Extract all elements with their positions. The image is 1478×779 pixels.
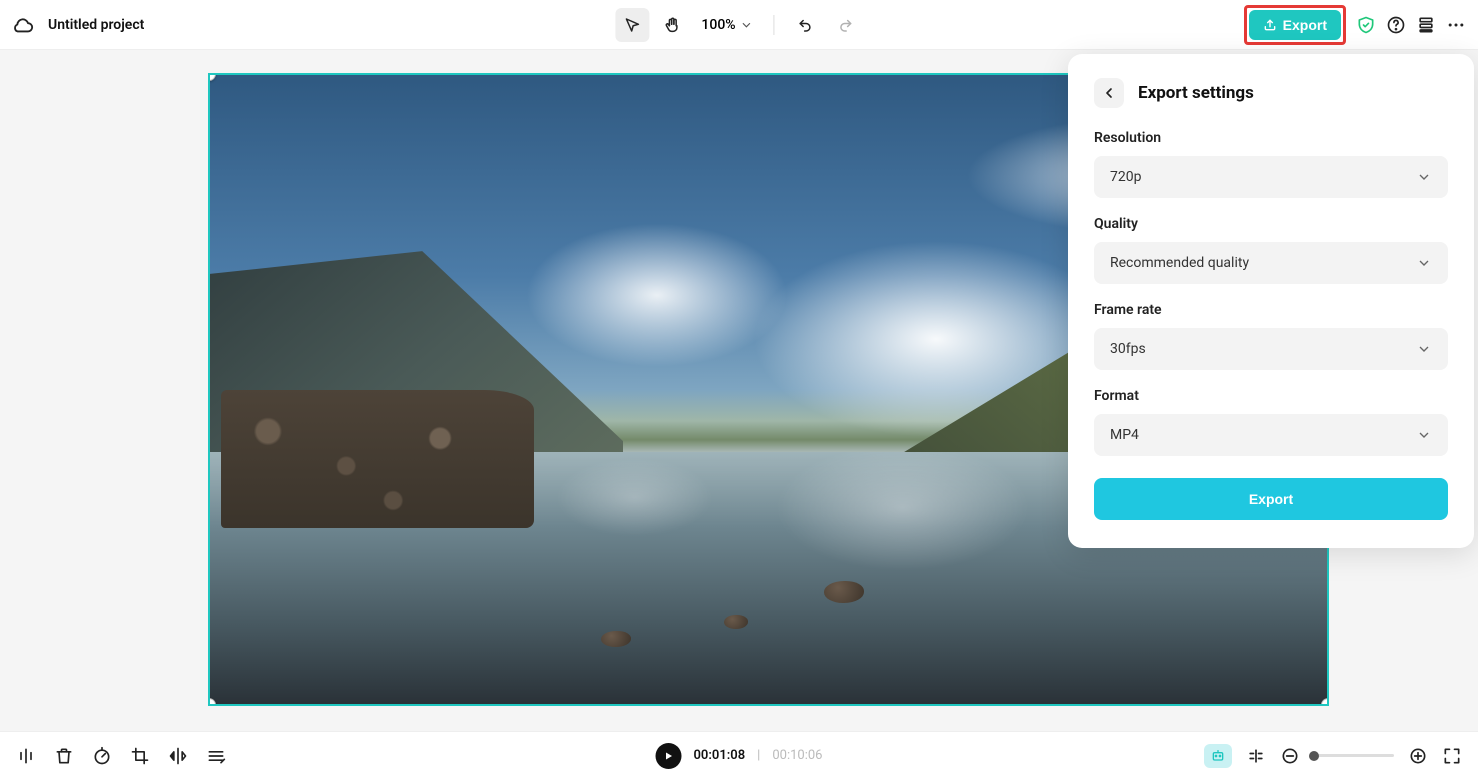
- fullscreen-button[interactable]: [1442, 746, 1462, 766]
- export-settings-panel: Export settings Resolution 720p Quality …: [1068, 54, 1474, 548]
- top-toolbar: Untitled project 100% Export: [0, 0, 1478, 50]
- resolution-value: 720p: [1110, 169, 1141, 185]
- play-button[interactable]: [656, 743, 682, 769]
- framerate-label: Frame rate: [1094, 302, 1448, 318]
- time-current: 00:01:08: [694, 748, 746, 763]
- delete-tool[interactable]: [54, 746, 74, 766]
- resolution-label: Resolution: [1094, 130, 1448, 146]
- chevron-down-icon: [1416, 427, 1432, 443]
- layers-icon[interactable]: [1416, 15, 1436, 35]
- framerate-select[interactable]: 30fps: [1094, 328, 1448, 370]
- panel-title: Export settings: [1138, 83, 1254, 103]
- cloud-icon[interactable]: [12, 14, 34, 36]
- center-playhead-button[interactable]: [1246, 746, 1266, 766]
- chevron-down-icon: [1416, 341, 1432, 357]
- back-button[interactable]: [1094, 78, 1124, 108]
- framerate-value: 30fps: [1110, 341, 1146, 357]
- format-label: Format: [1094, 388, 1448, 404]
- resolution-select[interactable]: 720p: [1094, 156, 1448, 198]
- format-select[interactable]: MP4: [1094, 414, 1448, 456]
- resize-handle-br[interactable]: [1321, 698, 1329, 706]
- ai-tools-button[interactable]: [1204, 744, 1232, 768]
- help-icon[interactable]: [1386, 15, 1406, 35]
- export-button-highlight: Export: [1244, 5, 1346, 45]
- redo-button[interactable]: [829, 8, 863, 42]
- chevron-down-icon: [740, 18, 754, 32]
- filter-tool[interactable]: [206, 746, 226, 766]
- flip-tool[interactable]: [168, 746, 188, 766]
- zoom-out-button[interactable]: [1280, 746, 1300, 766]
- chevron-left-icon: [1101, 85, 1117, 101]
- quality-value: Recommended quality: [1110, 255, 1249, 271]
- project-title[interactable]: Untitled project: [48, 17, 144, 33]
- divider: [774, 15, 775, 35]
- bottom-toolbar: 00:01:08 | 00:10:06: [0, 731, 1478, 779]
- play-icon: [663, 750, 675, 762]
- format-value: MP4: [1110, 427, 1139, 443]
- undo-button[interactable]: [789, 8, 823, 42]
- export-button[interactable]: Export: [1249, 10, 1341, 40]
- zoom-value: 100%: [701, 17, 735, 33]
- export-confirm-button[interactable]: Export: [1094, 478, 1448, 520]
- crop-tool[interactable]: [130, 746, 150, 766]
- chevron-down-icon: [1416, 255, 1432, 271]
- split-tool[interactable]: [16, 746, 36, 766]
- time-separator: |: [757, 748, 760, 763]
- select-tool[interactable]: [615, 8, 649, 42]
- zoom-dropdown[interactable]: 100%: [701, 17, 753, 33]
- speed-tool[interactable]: [92, 746, 112, 766]
- time-total: 00:10:06: [772, 748, 822, 763]
- more-icon[interactable]: [1446, 15, 1466, 35]
- quality-select[interactable]: Recommended quality: [1094, 242, 1448, 284]
- chevron-down-icon: [1416, 169, 1432, 185]
- shield-check-icon[interactable]: [1356, 15, 1376, 35]
- quality-label: Quality: [1094, 216, 1448, 232]
- hand-tool[interactable]: [655, 8, 689, 42]
- zoom-slider[interactable]: [1314, 754, 1394, 757]
- export-button-label: Export: [1283, 17, 1327, 33]
- upload-icon: [1263, 18, 1277, 32]
- zoom-slider-thumb[interactable]: [1309, 751, 1319, 761]
- zoom-in-button[interactable]: [1408, 746, 1428, 766]
